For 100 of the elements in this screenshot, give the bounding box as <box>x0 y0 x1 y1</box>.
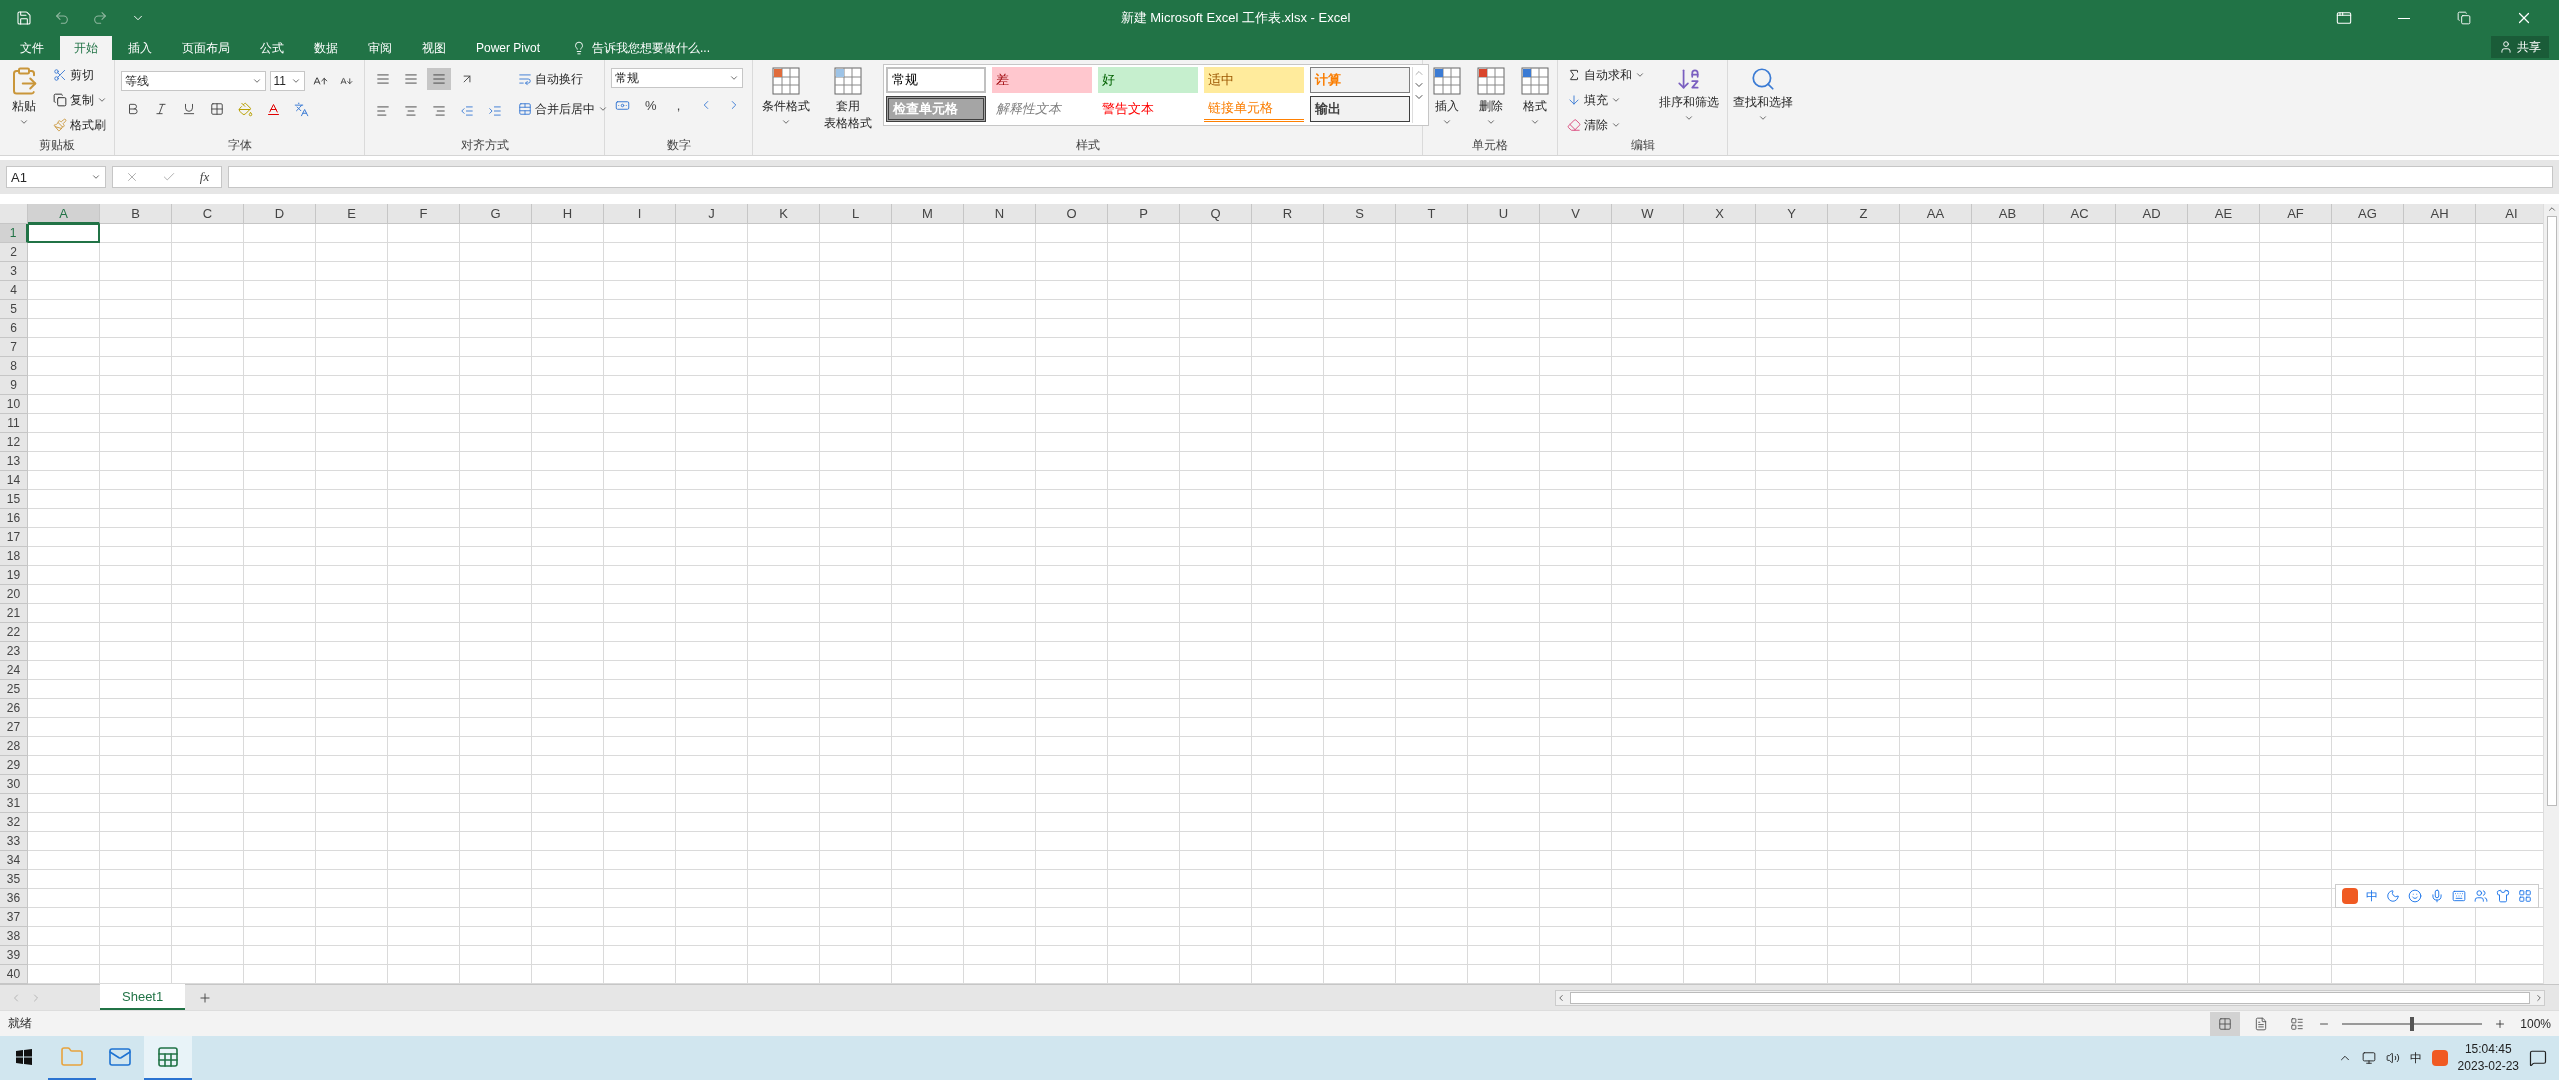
active-cell[interactable] <box>28 224 100 243</box>
cut-button[interactable]: 剪切 <box>50 64 110 86</box>
tell-me-field[interactable]: 告诉我您想要做什么... <box>566 36 717 60</box>
vertical-scrollbar[interactable] <box>2543 204 2559 984</box>
number-format-dropdown[interactable]: 常规 <box>611 68 743 88</box>
row-header[interactable]: 33 <box>0 832 28 851</box>
row-header[interactable]: 36 <box>0 889 28 908</box>
row-header[interactable]: 18 <box>0 547 28 566</box>
column-header[interactable]: F <box>388 204 460 224</box>
column-header[interactable]: N <box>964 204 1036 224</box>
column-header[interactable]: W <box>1612 204 1684 224</box>
clock[interactable]: 15:04:45 2023-02-23 <box>2457 1041 2519 1075</box>
ribbon-tab[interactable]: 视图 <box>408 36 460 60</box>
row-header[interactable]: 16 <box>0 509 28 528</box>
row-header[interactable]: 12 <box>0 433 28 452</box>
column-header[interactable]: AB <box>1972 204 2044 224</box>
clear-button[interactable]: 清除 <box>1564 114 1648 136</box>
column-header[interactable]: AF <box>2260 204 2332 224</box>
row-header[interactable]: 23 <box>0 642 28 661</box>
name-box[interactable]: A1 <box>6 166 106 188</box>
wrap-text-button[interactable]: 自动换行 <box>515 68 611 90</box>
merge-center-button[interactable]: 合并后居中 <box>515 98 611 120</box>
column-header[interactable]: Z <box>1828 204 1900 224</box>
font-name-dropdown[interactable]: 等线 <box>121 71 266 91</box>
cell-style[interactable]: 好 <box>1098 67 1198 93</box>
column-header[interactable]: AG <box>2332 204 2404 224</box>
row-header[interactable]: 4 <box>0 281 28 300</box>
column-header[interactable]: E <box>316 204 388 224</box>
row-header[interactable]: 21 <box>0 604 28 623</box>
format-as-table-button[interactable]: 套用 表格格式 <box>821 64 875 137</box>
sheet-tab[interactable]: Sheet1 <box>100 984 186 1010</box>
cell-grid[interactable]: 中 <box>28 224 2543 984</box>
cell-style[interactable]: 适中 <box>1204 67 1304 93</box>
column-header[interactable]: D <box>244 204 316 224</box>
row-header[interactable]: 11 <box>0 414 28 433</box>
row-header[interactable]: 25 <box>0 680 28 699</box>
horizontal-scrollbar[interactable] <box>1555 989 2545 1006</box>
share-button[interactable]: 共享 <box>2491 36 2549 58</box>
column-header[interactable]: O <box>1036 204 1108 224</box>
ime-indicator[interactable]: 中 <box>2409 1049 2422 1067</box>
column-header[interactable]: L <box>820 204 892 224</box>
rounded-square-icon[interactable] <box>2431 1050 2448 1066</box>
column-header[interactable]: Y <box>1756 204 1828 224</box>
autosum-button[interactable]: 自动求和 <box>1564 64 1648 86</box>
ribbon-tab[interactable]: 页面布局 <box>168 36 244 60</box>
row-header[interactable]: 28 <box>0 737 28 756</box>
select-all-corner[interactable] <box>0 204 28 224</box>
font-size-dropdown[interactable]: 11 <box>269 71 306 91</box>
cells-button[interactable]: 删除 <box>1473 64 1509 137</box>
row-header[interactable]: 32 <box>0 813 28 832</box>
ribbon-tab[interactable]: 数据 <box>300 36 352 60</box>
row-header[interactable]: 13 <box>0 452 28 471</box>
column-header[interactable]: AA <box>1900 204 1972 224</box>
column-header[interactable]: P <box>1108 204 1180 224</box>
ribbon-tab[interactable]: 公式 <box>246 36 298 60</box>
column-header[interactable]: R <box>1252 204 1324 224</box>
row-header[interactable]: 38 <box>0 927 28 946</box>
row-header[interactable]: 40 <box>0 965 28 984</box>
row-header[interactable]: 22 <box>0 623 28 642</box>
cell-style[interactable]: 常规 <box>886 67 986 93</box>
column-header[interactable]: K <box>748 204 820 224</box>
row-header[interactable]: 29 <box>0 756 28 775</box>
copy-button[interactable]: 复制 <box>50 89 110 111</box>
row-header[interactable]: 7 <box>0 338 28 357</box>
cells-button[interactable]: 格式 <box>1517 64 1553 137</box>
row-header[interactable]: 24 <box>0 661 28 680</box>
row-header[interactable]: 20 <box>0 585 28 604</box>
paste-button[interactable]: 粘贴 <box>6 64 42 137</box>
row-header[interactable]: 34 <box>0 851 28 870</box>
fill-button[interactable]: 填充 <box>1564 89 1648 111</box>
find-select-button[interactable]: 查找和选择 <box>1730 64 1796 137</box>
cell-style[interactable]: 输出 <box>1310 96 1410 122</box>
format-painter-button[interactable]: 格式刷 <box>50 114 110 136</box>
row-header[interactable]: 26 <box>0 699 28 718</box>
row-header[interactable]: 39 <box>0 946 28 965</box>
column-header[interactable]: AE <box>2188 204 2260 224</box>
column-header[interactable]: V <box>1540 204 1612 224</box>
row-header[interactable]: 31 <box>0 794 28 813</box>
taskbar-app[interactable] <box>144 1036 192 1080</box>
cell-style[interactable]: 差 <box>992 67 1092 93</box>
row-header[interactable]: 9 <box>0 376 28 395</box>
ribbon-tab[interactable]: Power Pivot <box>462 36 555 60</box>
conditional-formatting-button[interactable]: 条件格式 <box>759 64 813 137</box>
input-mode[interactable]: 中 <box>2366 887 2378 905</box>
column-header[interactable]: B <box>100 204 172 224</box>
column-header[interactable]: G <box>460 204 532 224</box>
row-header[interactable]: 1 <box>0 224 28 243</box>
row-header[interactable]: 37 <box>0 908 28 927</box>
row-header[interactable]: 3 <box>0 262 28 281</box>
column-header[interactable]: AD <box>2116 204 2188 224</box>
column-header[interactable]: T <box>1396 204 1468 224</box>
column-header[interactable]: I <box>604 204 676 224</box>
column-header[interactable]: Q <box>1180 204 1252 224</box>
insert-function-button[interactable]: fx <box>199 169 210 185</box>
ribbon-tab[interactable]: 开始 <box>60 36 112 60</box>
formula-input[interactable] <box>228 166 2553 188</box>
column-header[interactable]: J <box>676 204 748 224</box>
row-header[interactable]: 8 <box>0 357 28 376</box>
row-header[interactable]: 35 <box>0 870 28 889</box>
sort-filter-button[interactable]: 排序和筛选 <box>1656 64 1722 137</box>
